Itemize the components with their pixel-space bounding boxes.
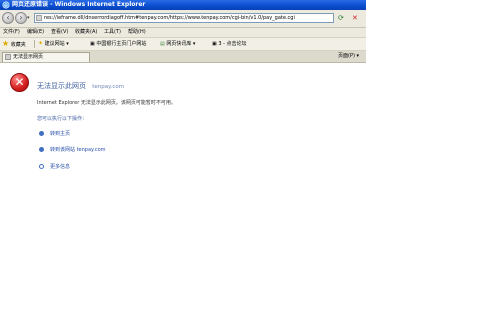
bullet-icon	[39, 147, 44, 152]
suggested-sites-icon: ✦	[38, 40, 44, 47]
title-bar: e 网页还原错误 - Windows Internet Explorer	[0, 0, 366, 10]
error-heading: 无法显示此网页	[37, 82, 86, 90]
ie-logo-icon: e	[2, 1, 10, 9]
tab-label: 无法显示网页	[13, 54, 44, 60]
fav-item-web-slice[interactable]: ▤ 网页快讯库 ▾	[160, 38, 195, 50]
expand-icon	[39, 164, 44, 169]
menu-view[interactable]: 查看(V)	[51, 28, 68, 37]
page-title: 无法显示此网页 tenpay.com	[37, 81, 124, 91]
address-url: res://ieframe.dll/dnserrordiagoff.htm#te…	[44, 15, 295, 21]
fav-item-label: 3 - 点击论坛	[218, 41, 247, 47]
error-host: tenpay.com	[92, 84, 125, 90]
back-arrow-icon: ‹	[6, 13, 10, 22]
fav-item-label: 中国银行主页门户网站	[96, 41, 147, 47]
menu-file[interactable]: 文件(F)	[3, 28, 20, 37]
tab-page-icon	[5, 54, 11, 60]
star-icon: ★	[2, 39, 10, 48]
menu-tools[interactable]: 工具(T)	[104, 28, 121, 37]
option-label: 转到主页	[50, 131, 71, 137]
option-label: 更多信息	[50, 164, 71, 170]
option-go-to-site[interactable]: 转到该网站 tenpay.com	[39, 146, 106, 154]
error-message: Internet Explorer 无法显示此网页。该网页可能暂时不可用。	[37, 100, 176, 106]
menu-favorites[interactable]: 收藏夹(A)	[75, 28, 97, 37]
option-go-home[interactable]: 转到主页	[39, 130, 70, 138]
back-button[interactable]: ‹	[2, 12, 14, 24]
menu-help[interactable]: 帮助(H)	[128, 28, 146, 37]
favbar-divider	[34, 40, 35, 48]
page-icon: ▣	[90, 41, 95, 47]
menu-edit[interactable]: 编辑(E)	[27, 28, 44, 37]
fav-item-label: 建议网站 ▾	[44, 41, 69, 47]
favorites-bar: ★ 收藏夹 ✦ 建议网站 ▾ ▣ 中国银行主页门户网站 ▤ 网页快讯库 ▾ ▣ …	[0, 38, 366, 51]
bullet-icon	[39, 131, 44, 136]
fav-item-forum[interactable]: ▣ 3 - 点击论坛	[212, 38, 247, 50]
ie-window: e 网页还原错误 - Windows Internet Explorer ‹ ›…	[0, 0, 366, 233]
favorites-button[interactable]: ★ 收藏夹	[2, 38, 26, 51]
favorites-label: 收藏夹	[10, 42, 26, 48]
address-input[interactable]: res://ieframe.dll/dnserrordiagoff.htm#te…	[34, 13, 334, 23]
tab-strip: 无法显示网页 页面(P) ▾	[0, 51, 366, 63]
history-dropdown-icon[interactable]: ▾	[27, 15, 30, 21]
page-icon	[36, 15, 42, 21]
address-row: ‹ › ▾ res://ieframe.dll/dnserrordiagoff.…	[0, 10, 366, 28]
forward-button[interactable]: ›	[15, 12, 27, 24]
refresh-icon[interactable]: ⟳	[338, 13, 344, 23]
tab-error-page[interactable]: 无法显示网页	[2, 52, 90, 62]
fav-item-bank[interactable]: ▣ 中国银行主页门户网站	[90, 38, 146, 50]
page-menu-button[interactable]: 页面(P) ▾	[338, 52, 359, 61]
menu-bar: 文件(F) 编辑(E) 查看(V) 收藏夹(A) 工具(T) 帮助(H)	[0, 28, 366, 38]
stop-icon[interactable]: ✕	[352, 13, 358, 23]
forward-arrow-icon: ›	[19, 13, 23, 22]
page-icon: ▣	[212, 41, 217, 47]
option-label: 转到该网站 tenpay.com	[50, 147, 106, 153]
error-content: ✕ 无法显示此网页 tenpay.com Internet Explorer 无…	[0, 63, 366, 233]
error-icon: ✕	[10, 73, 29, 92]
web-slice-icon: ▤	[160, 41, 165, 47]
fav-item-label: 网页快讯库 ▾	[166, 41, 196, 47]
svg-text:e: e	[4, 2, 8, 9]
window-title: 网页还原错误 - Windows Internet Explorer	[12, 1, 146, 8]
fav-item-suggested-sites[interactable]: ✦ 建议网站 ▾	[38, 38, 69, 50]
options-heading: 您可以执行以下操作：	[37, 116, 88, 122]
option-more-info[interactable]: 更多信息	[39, 163, 70, 171]
